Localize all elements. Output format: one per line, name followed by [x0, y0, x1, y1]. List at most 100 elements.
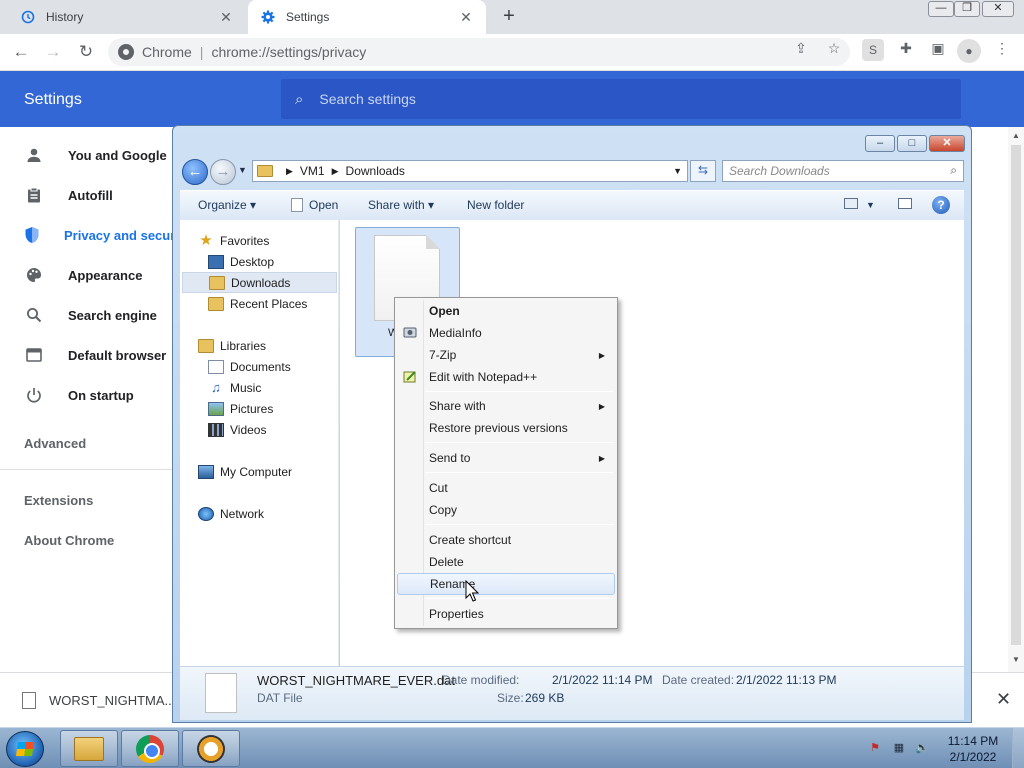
share-icon[interactable]: ⇪: [792, 40, 810, 58]
explorer-maximize-button[interactable]: □: [897, 135, 927, 152]
show-desktop-button[interactable]: [1012, 728, 1024, 768]
details-file-name: WORST_NIGHTMARE_EVER.dat: [257, 673, 455, 688]
window-close-button[interactable]: ✕: [982, 1, 1014, 17]
preview-pane-icon[interactable]: [898, 198, 912, 209]
chevron-right-icon[interactable]: ▶: [286, 166, 293, 177]
nav-recent-places[interactable]: Recent Places: [208, 293, 307, 314]
menu-item-rename[interactable]: Rename: [397, 573, 615, 595]
nav-documents[interactable]: Documents: [208, 356, 291, 377]
sidebar-item-privacy-and-security[interactable]: Privacy and security: [0, 215, 175, 255]
menu-separator: [425, 472, 613, 473]
taskbar-explorer-button[interactable]: [60, 730, 118, 767]
sidebar-about-chrome[interactable]: About Chrome: [24, 533, 114, 548]
explorer-search-input[interactable]: Search Downloads ⌕: [722, 160, 964, 182]
nav-downloads[interactable]: Downloads: [182, 272, 337, 293]
menu-item-create-shortcut[interactable]: Create shortcut: [397, 529, 615, 551]
nav-network[interactable]: Network: [198, 503, 264, 524]
address-bar[interactable]: Chrome | chrome://settings/privacy: [108, 38, 850, 66]
nav-my-computer[interactable]: My Computer: [198, 461, 292, 482]
share-with-button[interactable]: Share with ▾: [368, 198, 434, 212]
reload-icon[interactable]: ↻: [74, 41, 98, 63]
scroll-down-arrow-icon[interactable]: ▼: [1012, 655, 1020, 664]
extensions-puzzle-icon[interactable]: ✚: [897, 40, 915, 58]
nav-label: Videos: [230, 422, 267, 437]
action-center-flag-icon[interactable]: ⚑: [868, 741, 882, 755]
tab-history[interactable]: History ✕: [8, 0, 246, 34]
network-tray-icon[interactable]: ▦: [892, 741, 906, 755]
more-menu-icon[interactable]: ⋮: [993, 40, 1011, 58]
view-dropdown-icon[interactable]: ▼: [866, 200, 875, 210]
menu-item-delete[interactable]: Delete: [397, 551, 615, 573]
close-icon[interactable]: ✕: [218, 9, 234, 26]
side-panel-icon[interactable]: ▣: [929, 40, 947, 58]
page-scrollbar[interactable]: ▲ ▼: [1008, 127, 1024, 672]
new-tab-button[interactable]: +: [498, 6, 520, 28]
tab-settings[interactable]: Settings ✕: [248, 0, 486, 34]
forward-arrow-icon[interactable]: →: [41, 41, 65, 63]
details-created-label: Date created:: [662, 673, 735, 687]
sidebar-item-default-browser[interactable]: Default browser: [0, 335, 175, 375]
menu-item-7zip[interactable]: 7-Zip ▶: [397, 344, 615, 366]
menu-item-properties[interactable]: Properties: [397, 603, 615, 625]
taskbar-chrome-button[interactable]: [121, 730, 179, 767]
change-view-icon[interactable]: [844, 198, 858, 209]
nav-libraries[interactable]: Libraries: [198, 335, 266, 356]
volume-icon[interactable]: 🔈: [915, 741, 929, 755]
sidebar-item-search-engine[interactable]: Search engine: [0, 295, 175, 335]
sidebar-item-label: Search engine: [68, 307, 157, 323]
nav-pictures[interactable]: Pictures: [208, 398, 273, 419]
menu-item-restore-previous-versions[interactable]: Restore previous versions: [397, 417, 615, 439]
close-icon[interactable]: ✕: [458, 9, 474, 26]
open-button[interactable]: Open: [291, 198, 338, 212]
forward-arrow-icon[interactable]: →: [210, 159, 236, 185]
sidebar-advanced[interactable]: Advanced: [24, 436, 86, 451]
minimize-button[interactable]: —: [928, 1, 954, 17]
breadcrumb-vm1[interactable]: VM1: [300, 164, 325, 178]
menu-item-open[interactable]: Open: [397, 300, 615, 322]
explorer-close-button[interactable]: ✕: [929, 135, 965, 152]
history-dropdown-icon[interactable]: ▼: [238, 165, 247, 175]
taskbar-clock[interactable]: 11:14 PM 2/1/2022: [940, 733, 1006, 765]
taskbar-media-player-button[interactable]: [182, 730, 240, 767]
restore-button[interactable]: ❐: [954, 1, 980, 17]
back-arrow-icon[interactable]: ←: [182, 159, 208, 185]
refresh-icon[interactable]: ⇆: [690, 160, 716, 182]
menu-item-mediainfo[interactable]: MediaInfo: [397, 322, 615, 344]
help-icon[interactable]: ?: [932, 196, 950, 214]
close-icon[interactable]: ✕: [996, 689, 1011, 710]
chevron-down-icon[interactable]: ▼: [673, 166, 682, 176]
downloads-folder-icon: [209, 275, 225, 290]
sidebar-item-you-and-google[interactable]: You and Google: [0, 135, 175, 175]
back-arrow-icon[interactable]: ←: [9, 41, 33, 63]
menu-item-share-with[interactable]: Share with ▶: [397, 395, 615, 417]
profile-avatar-icon[interactable]: ●: [957, 39, 981, 63]
scroll-up-arrow-icon[interactable]: ▲: [1012, 131, 1020, 140]
nav-desktop[interactable]: Desktop: [208, 251, 274, 272]
sidebar-item-autofill[interactable]: Autofill: [0, 175, 175, 215]
nav-label: Network: [220, 506, 265, 521]
start-button[interactable]: [6, 731, 44, 767]
extension-s-icon[interactable]: S: [862, 39, 884, 61]
star-icon[interactable]: ☆: [825, 40, 843, 58]
nav-music[interactable]: ♫ Music: [208, 377, 261, 398]
new-folder-button[interactable]: New folder: [467, 198, 524, 212]
menu-item-copy[interactable]: Copy: [397, 499, 615, 521]
menu-item-edit-notepad[interactable]: Edit with Notepad++: [397, 366, 615, 388]
sidebar-extensions[interactable]: Extensions: [24, 493, 93, 508]
sidebar-item-on-startup[interactable]: On startup: [0, 375, 175, 415]
chevron-right-icon[interactable]: ▶: [332, 166, 339, 177]
settings-search-input[interactable]: ⌕ Search settings: [281, 79, 961, 119]
submenu-arrow-icon: ▶: [598, 350, 605, 360]
menu-item-send-to[interactable]: Send to ▶: [397, 447, 615, 469]
omnibox-url: chrome://settings/privacy: [211, 44, 367, 60]
sidebar-item-appearance[interactable]: Appearance: [0, 255, 175, 295]
breadcrumb-downloads[interactable]: Downloads: [346, 164, 405, 178]
gear-icon: [260, 9, 276, 25]
nav-videos[interactable]: Videos: [208, 419, 266, 440]
menu-item-cut[interactable]: Cut: [397, 477, 615, 499]
explorer-address-bar[interactable]: ▶ VM1 ▶ Downloads ▼: [252, 160, 688, 182]
explorer-minimize-button[interactable]: –: [865, 135, 895, 152]
nav-favorites[interactable]: ★ Favorites: [198, 230, 269, 251]
organize-button[interactable]: Organize ▾: [198, 198, 256, 212]
scrollbar-thumb[interactable]: [1011, 145, 1021, 645]
